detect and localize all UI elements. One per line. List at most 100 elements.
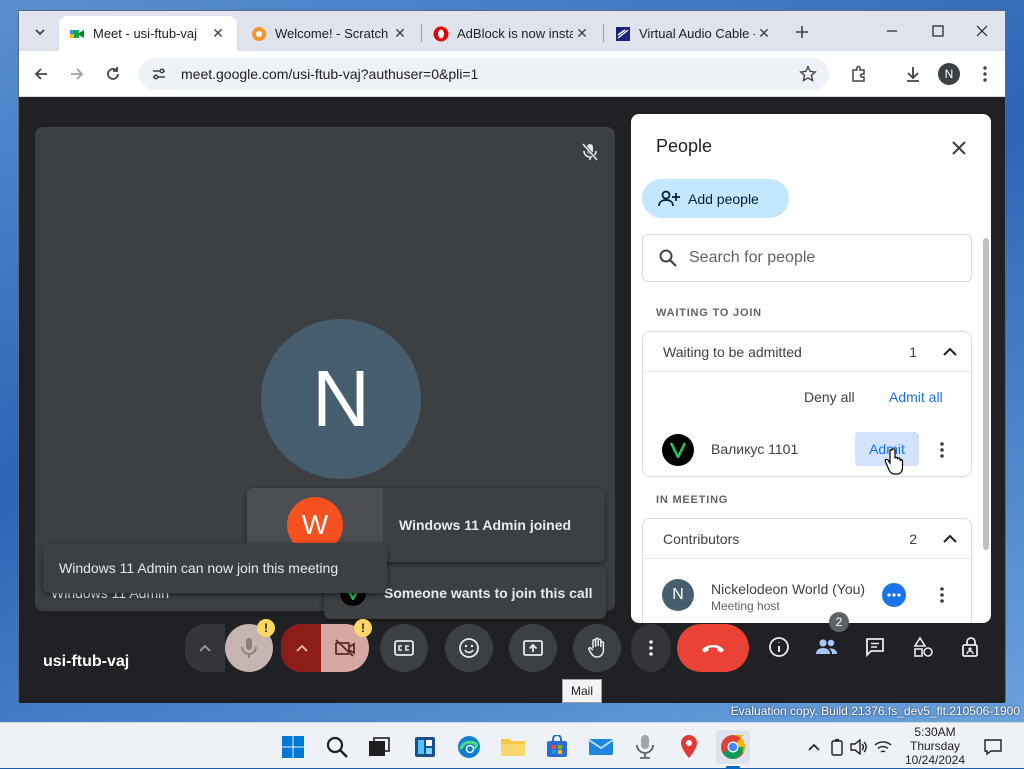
lock-person-icon [962, 637, 978, 657]
tab-adblock[interactable]: AdBlock is now install ✕ [423, 16, 601, 51]
participant-avatar: N [261, 319, 421, 479]
raise-hand-button[interactable] [573, 624, 621, 672]
more-vertical-icon[interactable] [940, 442, 944, 458]
reload-button[interactable] [99, 60, 127, 88]
waiting-group-header[interactable]: Waiting to be admitted 1 [643, 332, 971, 372]
widgets-button[interactable] [408, 730, 442, 764]
bookmark-star-icon[interactable] [799, 65, 817, 83]
chrome-button[interactable] [716, 730, 750, 769]
folder-icon [501, 739, 525, 756]
forward-button[interactable] [63, 60, 91, 88]
tab-title: Meet - usi-ftub-vaj [93, 26, 198, 41]
close-icon[interactable]: ✕ [391, 25, 409, 42]
video-settings-button[interactable] [281, 624, 323, 672]
taskbar-search-button[interactable] [320, 730, 354, 764]
chevron-up-icon[interactable] [943, 347, 957, 357]
present-screen-button[interactable] [509, 624, 557, 672]
close-icon[interactable]: ✕ [573, 25, 591, 42]
deny-all-button[interactable]: Deny all [804, 389, 855, 405]
add-people-button[interactable]: Add people [642, 179, 789, 218]
close-panel-button[interactable] [945, 134, 973, 162]
maximize-button[interactable] [915, 11, 961, 51]
windows-logo-icon [282, 736, 304, 758]
waiting-person-name: Валикус 1101 [711, 441, 799, 457]
info-icon [769, 637, 789, 657]
site-settings-icon[interactable] [151, 66, 167, 82]
admit-all-button[interactable]: Admit all [889, 389, 943, 405]
browser-menu-button[interactable] [971, 60, 999, 88]
maps-button[interactable] [672, 730, 706, 764]
clock-date: 10/24/2024 [904, 753, 966, 767]
notifications-button[interactable] [980, 730, 1006, 764]
tab-virtual-audio-cable[interactable]: Virtual Audio Cable - ✕ [605, 16, 783, 51]
more-horizontal-icon [887, 593, 901, 597]
captions-button[interactable] [380, 624, 428, 672]
host-controls-button[interactable] [951, 627, 991, 667]
search-input[interactable]: Search for people [642, 234, 972, 282]
captions-icon [394, 640, 414, 656]
downloads-button[interactable] [899, 60, 927, 88]
chevron-up-icon [296, 644, 308, 652]
start-button[interactable] [276, 730, 310, 764]
widgets-icon [415, 737, 435, 757]
panel-title: People [656, 136, 713, 156]
join-request-text: Someone wants to join this call [384, 585, 593, 601]
meeting-details-button[interactable] [759, 627, 799, 667]
mail-button[interactable] [584, 730, 618, 764]
close-window-button[interactable] [959, 11, 1005, 51]
reload-icon [107, 67, 119, 80]
minimize-button[interactable] [869, 11, 915, 51]
task-view-button[interactable] [362, 730, 396, 764]
meeting-code: usi-ftub-vaj [43, 653, 130, 670]
activities-button[interactable] [903, 627, 943, 667]
address-bar[interactable]: meet.google.com/usi-ftub-vaj?authuser=0&… [139, 58, 829, 90]
present-icon [523, 640, 543, 656]
close-icon[interactable]: ✕ [209, 25, 227, 42]
contributors-header[interactable]: Contributors 2 [643, 519, 971, 559]
edge-button[interactable] [452, 730, 486, 764]
file-explorer-button[interactable] [496, 730, 530, 764]
back-button[interactable] [27, 60, 55, 88]
tab-search-button[interactable] [27, 19, 53, 45]
mail-icon [588, 739, 614, 755]
scratch-favicon-icon [252, 26, 266, 41]
close-icon[interactable]: ✕ [755, 25, 773, 42]
network-status[interactable] [872, 730, 894, 764]
chevron-up-icon[interactable] [943, 534, 957, 544]
camera-warning-icon: ! [354, 619, 372, 637]
more-options-button[interactable] [631, 624, 671, 672]
store-button[interactable] [540, 730, 574, 764]
meet-call-view: N Windows 11 Admin W Windows 11 Admin jo… [19, 97, 1005, 703]
member-options-button[interactable] [882, 583, 906, 607]
in-meeting-section-label: IN MEETING [656, 494, 729, 506]
avatar: N [662, 579, 694, 611]
reactions-button[interactable] [445, 624, 493, 672]
people-icon [816, 639, 837, 654]
audio-settings-button[interactable] [185, 624, 225, 672]
extensions-button[interactable] [845, 60, 873, 88]
more-vertical-icon [983, 66, 987, 82]
emoji-icon [459, 638, 479, 658]
new-tab-button[interactable] [789, 19, 815, 45]
volume-status[interactable] [848, 730, 870, 764]
puzzle-icon [852, 65, 865, 82]
chat-button[interactable] [855, 627, 895, 667]
clock[interactable]: 5:30AM Thursday 10/24/2024 [896, 723, 974, 769]
waiting-section-label: WAITING TO JOIN [656, 307, 762, 319]
waiting-person-row: Валикус 1101 Admit [643, 430, 971, 475]
url-text[interactable]: meet.google.com/usi-ftub-vaj?authuser=0&… [181, 66, 478, 82]
tab-scratch[interactable]: Welcome! - Scratch Ad ✕ [241, 16, 419, 51]
panel-scrollbar[interactable] [983, 238, 989, 550]
people-button[interactable] [807, 627, 847, 667]
voice-recorder-button[interactable] [628, 730, 662, 764]
leave-call-button[interactable] [677, 624, 749, 672]
hang-up-icon [702, 645, 724, 653]
tab-title: Welcome! - Scratch Ad [275, 26, 391, 41]
search-icon [326, 736, 348, 758]
show-hidden-icons-button[interactable] [804, 730, 824, 764]
profile-button[interactable]: N [935, 60, 963, 88]
can-join-text: Windows 11 Admin can now join this meeti… [59, 560, 339, 576]
battery-status[interactable] [826, 730, 848, 764]
more-vertical-icon[interactable] [940, 587, 944, 603]
tab-meet[interactable]: Meet - usi-ftub-vaj ✕ [59, 16, 237, 51]
